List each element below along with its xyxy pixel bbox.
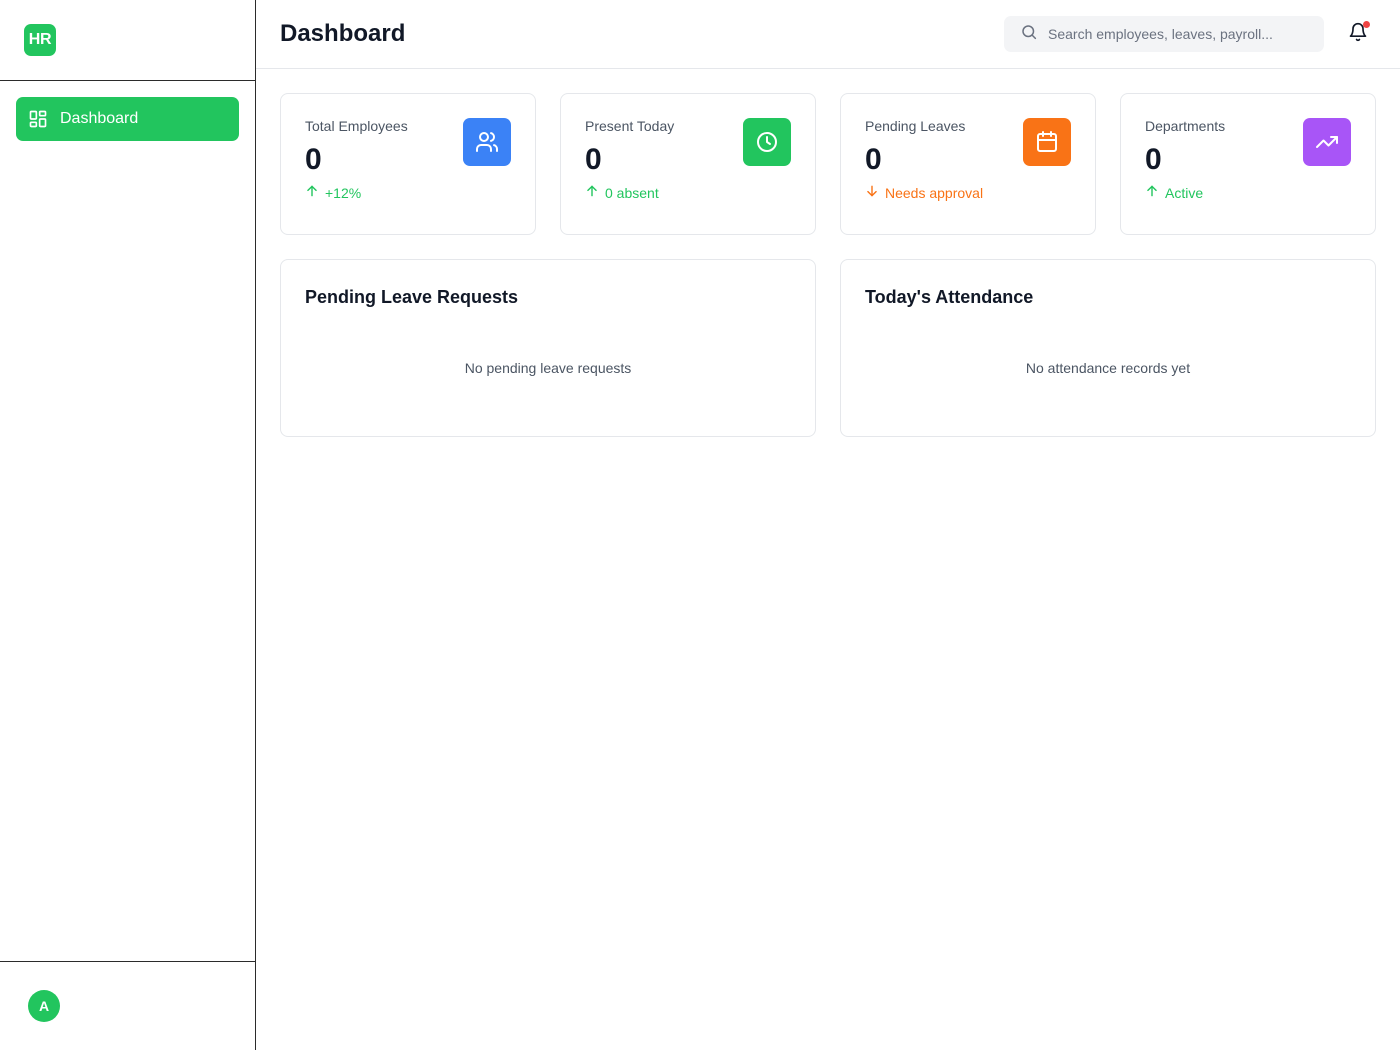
- sidebar-nav: Dashboard: [0, 81, 255, 157]
- stat-trend: +12%: [305, 184, 511, 201]
- trending-up-icon: [1303, 118, 1351, 166]
- empty-state-text: No attendance records yet: [1025, 360, 1191, 376]
- stat-trend-text: +12%: [325, 184, 362, 201]
- calendar-icon: [1023, 118, 1071, 166]
- empty-state-text: No pending leave requests: [464, 360, 632, 376]
- stat-trend: Needs approval: [865, 184, 1071, 201]
- page-title: Dashboard: [280, 20, 406, 47]
- sidebar: HR Dashboard A: [0, 0, 256, 1050]
- stat-trend: 0 absent: [585, 184, 791, 201]
- stat-card-present-today: Present Today 0 0 absent: [560, 93, 816, 235]
- search-input[interactable]: [1048, 26, 1308, 42]
- arrow-up-icon: [305, 184, 319, 201]
- stat-trend-text: 0 absent: [605, 184, 659, 201]
- sidebar-footer: A: [0, 961, 255, 1050]
- arrow-down-icon: [865, 184, 879, 201]
- stat-trend: Active: [1145, 184, 1351, 201]
- app-logo[interactable]: HR: [24, 24, 56, 56]
- arrow-up-icon: [585, 184, 599, 201]
- sidebar-item-dashboard[interactable]: Dashboard: [16, 97, 239, 141]
- pending-leave-requests-panel: Pending Leave Requests No pending leave …: [280, 259, 816, 437]
- stat-card-pending-leaves: Pending Leaves 0 Needs approval: [840, 93, 1096, 235]
- sidebar-header: HR: [0, 0, 255, 81]
- app-root: HR Dashboard A Dashboard Search employee…: [0, 0, 1400, 1050]
- stats-row: Total Employees 0 +12% Present Today 0 0…: [280, 93, 1376, 235]
- search-box[interactable]: [1004, 16, 1324, 52]
- search-icon: [1020, 23, 1038, 46]
- arrow-up-icon: [1145, 184, 1159, 201]
- stat-card-total-employees: Total Employees 0 +12%: [280, 93, 536, 235]
- layout-grid-icon: [28, 109, 48, 129]
- user-avatar[interactable]: A: [28, 990, 60, 1022]
- notification-badge: [1363, 21, 1370, 28]
- users-icon: [463, 118, 511, 166]
- clock-icon: [743, 118, 791, 166]
- top-header: Dashboard: [256, 0, 1400, 69]
- notifications-button[interactable]: [1344, 20, 1372, 48]
- panels-row: Pending Leave Requests No pending leave …: [280, 259, 1376, 437]
- sidebar-item-label: Dashboard: [60, 110, 139, 127]
- todays-attendance-panel: Today's Attendance No attendance records…: [840, 259, 1376, 437]
- stat-card-departments: Departments 0 Active: [1120, 93, 1376, 235]
- panel-title: Pending Leave Requests: [305, 287, 519, 307]
- panel-title: Today's Attendance: [865, 287, 1034, 307]
- stat-trend-text: Needs approval: [885, 184, 984, 201]
- stat-trend-text: Active: [1165, 184, 1204, 201]
